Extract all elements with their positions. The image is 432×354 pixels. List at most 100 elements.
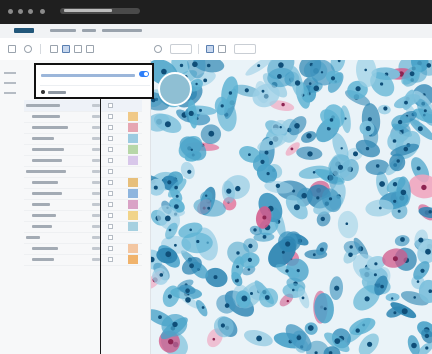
copy-link-item[interactable] [48, 91, 66, 94]
cell-nucleus [312, 171, 316, 174]
cell-nucleus [374, 262, 378, 266]
browser-forward-icon[interactable] [18, 9, 23, 14]
cell-nucleus [294, 123, 300, 129]
layer-row[interactable] [24, 254, 142, 266]
share-link[interactable] [41, 74, 135, 77]
cell-nucleus [189, 228, 192, 232]
layer-color-swatch[interactable] [128, 145, 138, 154]
cell-nucleus [428, 289, 432, 293]
cell-nucleus [425, 346, 429, 350]
layer-color-swatch[interactable] [128, 178, 138, 187]
visibility-checkbox[interactable] [108, 169, 113, 174]
cell-nucleus [220, 104, 224, 108]
cell-nucleus [201, 306, 205, 309]
layer-name [32, 137, 54, 140]
layer-color-swatch[interactable] [128, 222, 138, 231]
visibility-checkbox[interactable] [108, 224, 113, 229]
settings-select[interactable] [234, 44, 256, 54]
visibility-checkbox[interactable] [108, 257, 113, 262]
cell-nucleus [244, 88, 249, 93]
toolbar [0, 38, 432, 61]
visibility-checkbox[interactable] [108, 125, 113, 130]
cell-nucleus [367, 117, 372, 122]
measure-icon[interactable] [206, 45, 214, 53]
share-toggle[interactable] [139, 71, 149, 77]
browser-reload-icon[interactable] [28, 9, 33, 14]
cell-nucleus [418, 237, 424, 243]
layer-color-swatch[interactable] [128, 123, 138, 132]
cell-nucleus [261, 89, 265, 93]
layer-color-swatch[interactable] [128, 112, 138, 121]
cell-nucleus [278, 62, 284, 68]
nav-item[interactable] [4, 92, 16, 94]
visibility-checkbox[interactable] [108, 147, 113, 152]
back-icon[interactable] [8, 45, 16, 53]
visibility-checkbox[interactable] [108, 136, 113, 141]
cell-nucleus [174, 204, 179, 210]
layer-count [92, 159, 100, 162]
address-bar-url [64, 9, 112, 12]
cell-nucleus [424, 333, 430, 339]
breadcrumb-item[interactable] [82, 29, 96, 32]
visibility-checkbox[interactable] [108, 246, 113, 251]
zoom-icon[interactable] [154, 45, 162, 53]
breadcrumb-item[interactable] [102, 29, 142, 32]
visibility-checkbox[interactable] [108, 114, 113, 119]
cell-nucleus [293, 204, 300, 211]
cytology-image [151, 60, 432, 354]
browser-back-icon[interactable] [8, 9, 13, 14]
browser-home-icon[interactable] [40, 9, 45, 14]
layer-count [92, 126, 100, 129]
visibility-checkbox[interactable] [108, 158, 113, 163]
overview-map[interactable] [158, 72, 192, 106]
visibility-checkbox[interactable] [108, 103, 113, 108]
nav-item[interactable] [4, 82, 16, 84]
toggle-knob [144, 72, 148, 76]
visibility-checkbox[interactable] [108, 202, 113, 207]
draw-icon[interactable] [74, 45, 82, 53]
layer-color-swatch[interactable] [128, 211, 138, 220]
cell-nucleus [285, 269, 289, 273]
pan-icon[interactable] [50, 45, 58, 53]
layer-name [32, 181, 58, 184]
cell-nucleus [167, 180, 172, 185]
cell-nucleus [275, 183, 281, 188]
grid-icon[interactable] [86, 45, 94, 53]
stained-cell [337, 210, 359, 239]
layer-color-swatch[interactable] [128, 255, 138, 264]
copy-icon[interactable] [41, 90, 45, 94]
cell-nucleus [185, 288, 190, 293]
visibility-checkbox[interactable] [108, 235, 113, 240]
visibility-checkbox[interactable] [108, 180, 113, 185]
cell-nucleus [292, 288, 295, 292]
refresh-icon[interactable] [24, 45, 32, 53]
zoom-select[interactable] [170, 44, 192, 54]
cell-nucleus [312, 253, 316, 257]
cell-nucleus [247, 268, 251, 271]
visibility-checkbox[interactable] [108, 191, 113, 196]
cell-nucleus [313, 85, 320, 92]
cell-nucleus [286, 299, 289, 303]
cell-nucleus [168, 339, 174, 345]
layer-color-swatch[interactable] [128, 200, 138, 209]
cell-nucleus [188, 110, 194, 116]
link-popover [34, 63, 154, 99]
cell-nucleus [392, 256, 398, 262]
layer-color-swatch[interactable] [128, 189, 138, 198]
browser-chrome [0, 0, 432, 24]
layer-color-swatch[interactable] [128, 244, 138, 253]
visibility-checkbox[interactable] [108, 213, 113, 218]
layer-color-swatch[interactable] [128, 134, 138, 143]
annotate-icon[interactable] [218, 45, 226, 53]
cell-nucleus [421, 184, 427, 191]
breadcrumb-item[interactable] [50, 29, 76, 32]
cell-nucleus [364, 296, 370, 302]
layer-name [32, 225, 52, 228]
cell-nucleus [153, 185, 158, 190]
select-icon[interactable] [62, 45, 70, 53]
layer-name [32, 126, 68, 129]
slide-viewer[interactable] [151, 60, 432, 354]
layer-color-swatch[interactable] [128, 156, 138, 165]
nav-item[interactable] [4, 72, 16, 74]
cell-nucleus [165, 251, 172, 258]
